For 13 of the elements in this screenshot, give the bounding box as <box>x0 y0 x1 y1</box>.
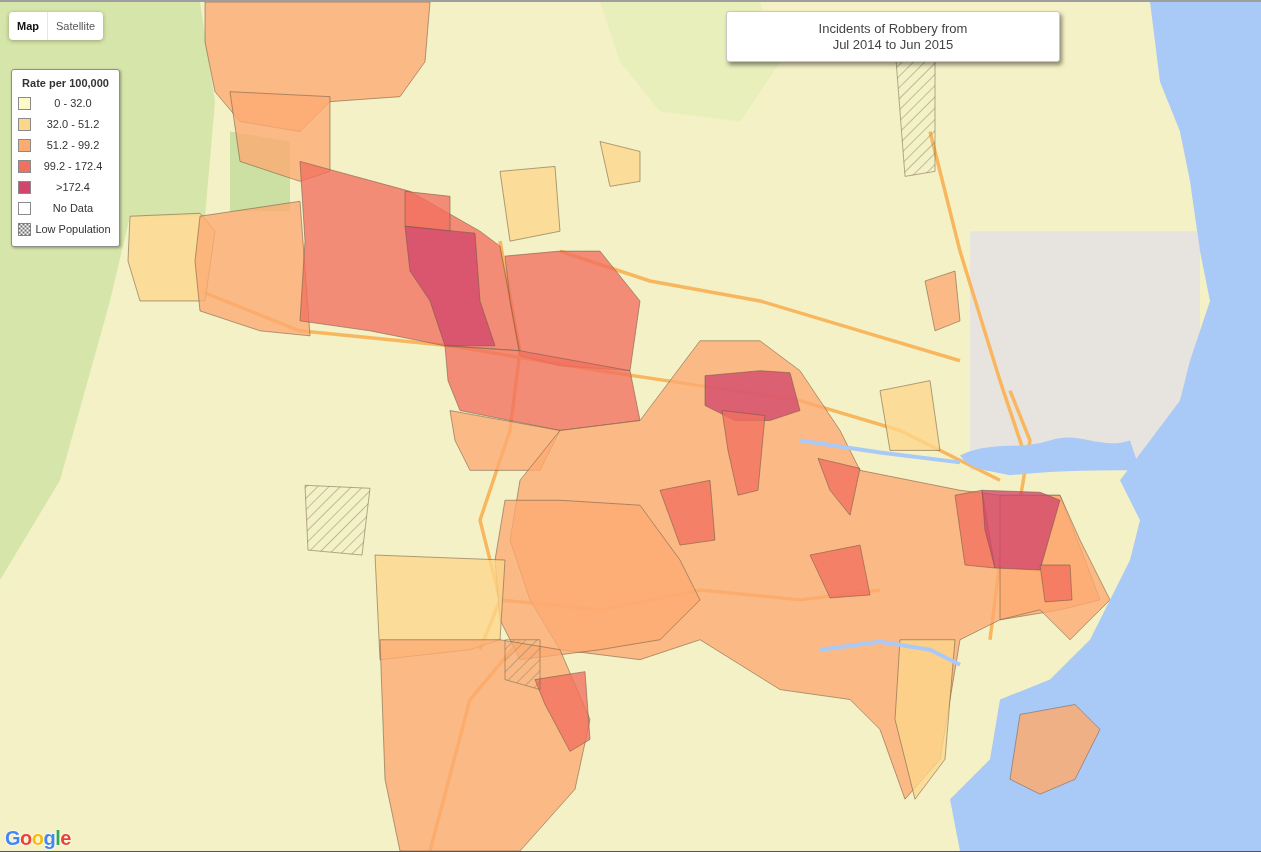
legend-label: 51.2 - 99.2 <box>45 138 101 154</box>
legend-label: 99.2 - 172.4 <box>42 159 104 175</box>
map-title: Incidents of Robbery from Jul 2014 to Jun 2015 <box>818 20 968 53</box>
checker-pattern-icon <box>18 223 31 236</box>
legend-label: No Data <box>51 201 95 217</box>
map-type-tab[interactable]: Map <box>9 12 47 40</box>
legend-label: Low Population <box>34 222 112 238</box>
google-logo: Google <box>5 827 71 849</box>
legend-label: >172.4 <box>55 180 91 196</box>
legend-title: Rate per 100,000 <box>21 76 110 90</box>
legend-label: 32.0 - 51.2 <box>45 117 101 133</box>
map-type-tab[interactable]: Satellite <box>47 12 104 40</box>
legend-label: 0 - 32.0 <box>53 96 93 112</box>
